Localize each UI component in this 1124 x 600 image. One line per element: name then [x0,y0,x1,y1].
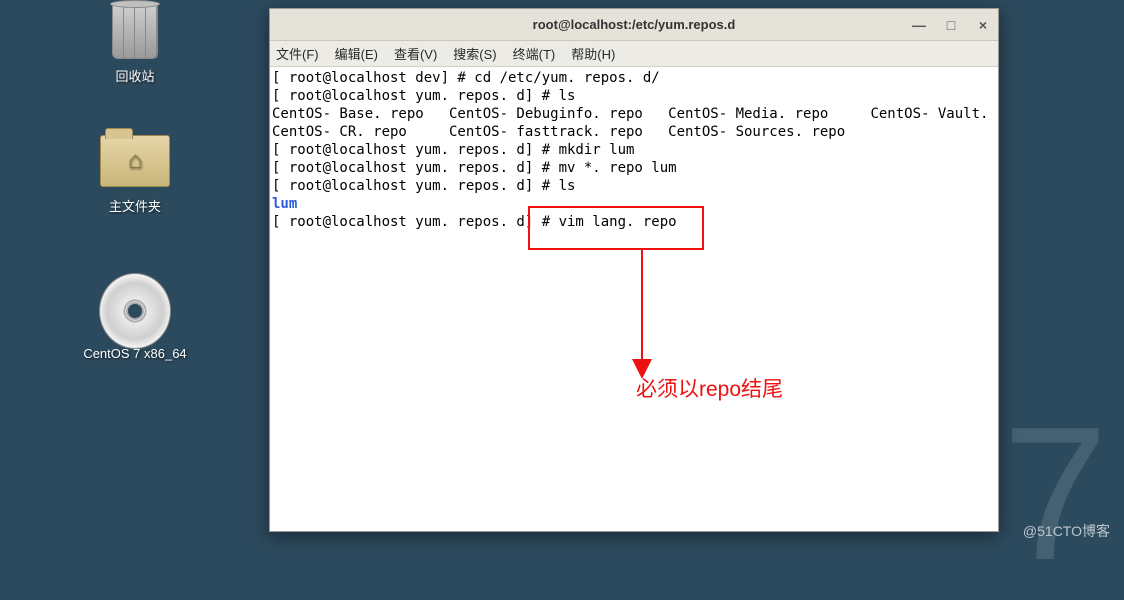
menu-file[interactable]: 文件(F) [276,44,319,63]
annotation-text: 必须以repo结尾 [636,381,783,399]
titlebar[interactable]: root@localhost:/etc/yum.repos.d — □ × [270,9,998,41]
home-icon: ⌂ [128,147,143,175]
terminal-body[interactable]: [ root@localhost dev] # cd /etc/yum. rep… [270,67,998,531]
term-line: [ root@localhost yum. repos. d] # mkdir … [272,142,634,158]
maximize-button[interactable]: □ [942,17,960,33]
term-line: CentOS- CR. repo CentOS- fasttrack. repo… [272,124,845,140]
menubar: 文件(F) 编辑(E) 查看(V) 搜索(S) 终端(T) 帮助(H) [270,41,998,67]
term-line: [ root@localhost dev] # cd /etc/yum. rep… [272,70,660,86]
desktop-icon-home[interactable]: ⌂ 主文件夹 [80,130,190,215]
trash-icon [99,0,171,62]
term-line: CentOS- Base. repo CentOS- Debuginfo. re… [272,106,998,122]
close-button[interactable]: × [974,17,992,33]
annotation-arrow [270,203,998,403]
menu-help[interactable]: 帮助(H) [571,44,615,63]
menu-view[interactable]: 查看(V) [394,44,437,63]
menu-terminal[interactable]: 终端(T) [513,44,556,63]
trash-label: 回收站 [115,66,154,85]
disc-icon [99,280,171,342]
menu-search[interactable]: 搜索(S) [453,44,496,63]
menu-edit[interactable]: 编辑(E) [335,44,378,63]
term-line: [ root@localhost yum. repos. d] # mv *. … [272,160,677,176]
annotation-layer: 必须以repo结尾 [270,203,998,275]
term-line: [ root@localhost yum. repos. d] # ls [272,88,575,104]
terminal-window: root@localhost:/etc/yum.repos.d — □ × 文件… [269,8,999,532]
desktop-icon-trash[interactable]: 回收站 [80,0,190,85]
home-label: 主文件夹 [109,196,161,215]
watermark: @51CTO博客 [1023,521,1110,541]
window-title: root@localhost:/etc/yum.repos.d [533,17,736,32]
wallpaper-7: 7 [1002,399,1108,589]
desktop-icon-cd[interactable]: CentOS 7 x86_64 [70,280,200,361]
term-line: [ root@localhost yum. repos. d] # ls [272,178,575,194]
folder-icon: ⌂ [99,130,171,192]
minimize-button[interactable]: — [910,17,928,33]
